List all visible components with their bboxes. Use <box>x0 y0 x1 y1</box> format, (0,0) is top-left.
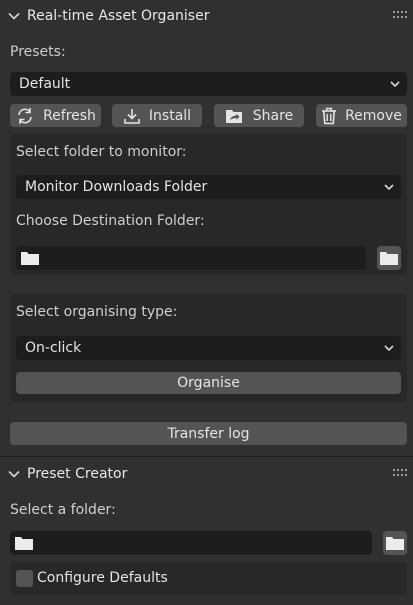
presets-label: Presets: <box>10 44 66 60</box>
chevron-down-icon <box>390 81 400 88</box>
browse-destination-button[interactable] <box>377 246 401 270</box>
refresh-button[interactable]: Refresh <box>10 104 101 127</box>
preset-folder-input[interactable] <box>10 531 372 555</box>
folder-icon <box>380 252 398 265</box>
preset-creator-header[interactable]: Preset Creator <box>0 458 413 490</box>
panel-title: Real-time Asset Organiser <box>27 8 210 24</box>
monitor-folder-dropdown[interactable]: Monitor Downloads Folder <box>16 175 401 199</box>
configure-defaults-checkbox[interactable] <box>16 570 33 587</box>
download-icon <box>124 108 140 124</box>
configure-defaults-label[interactable]: Configure Defaults <box>37 570 168 586</box>
chevron-down-icon[interactable] <box>8 10 20 22</box>
drag-grip-icon[interactable] <box>393 11 407 19</box>
share-button[interactable]: Share <box>214 104 304 127</box>
install-button[interactable]: Install <box>112 104 202 127</box>
browse-preset-folder-button[interactable] <box>383 531 407 555</box>
folder-icon <box>15 537 33 550</box>
asset-organiser-header[interactable]: Real-time Asset Organiser <box>0 0 413 32</box>
remove-label: Remove <box>345 107 402 124</box>
monitor-folder-label: Select folder to monitor: <box>16 144 187 160</box>
organising-type-dropdown[interactable]: On-click <box>16 336 401 360</box>
organising-type-label: Select organising type: <box>16 304 178 320</box>
monitor-folder-value: Monitor Downloads Folder <box>25 179 208 195</box>
remove-button[interactable]: Remove <box>316 104 407 127</box>
transfer-log-label: Transfer log <box>167 425 250 442</box>
presets-dropdown[interactable]: Default <box>10 72 407 96</box>
destination-folder-label: Choose Destination Folder: <box>16 213 205 229</box>
select-folder-label: Select a folder: <box>10 502 116 518</box>
folder-icon <box>21 252 39 265</box>
drag-grip-icon[interactable] <box>393 469 407 477</box>
share-icon <box>225 110 242 123</box>
refresh-label: Refresh <box>43 107 96 124</box>
folder-icon <box>386 537 404 550</box>
presets-value: Default <box>19 76 71 92</box>
refresh-icon <box>18 107 32 124</box>
panel-divider <box>0 456 413 457</box>
destination-folder-input[interactable] <box>16 246 366 270</box>
organise-button[interactable]: Organise <box>16 372 401 394</box>
chevron-down-icon <box>384 184 394 191</box>
transfer-log-button[interactable]: Transfer log <box>10 422 407 445</box>
panel-title: Preset Creator <box>27 466 128 482</box>
chevron-down-icon[interactable] <box>8 468 20 480</box>
share-label: Share <box>252 107 294 124</box>
trash-icon <box>322 107 337 124</box>
chevron-down-icon <box>384 345 394 352</box>
organise-label: Organise <box>177 375 240 391</box>
install-label: Install <box>148 107 192 124</box>
organising-type-value: On-click <box>25 340 82 356</box>
